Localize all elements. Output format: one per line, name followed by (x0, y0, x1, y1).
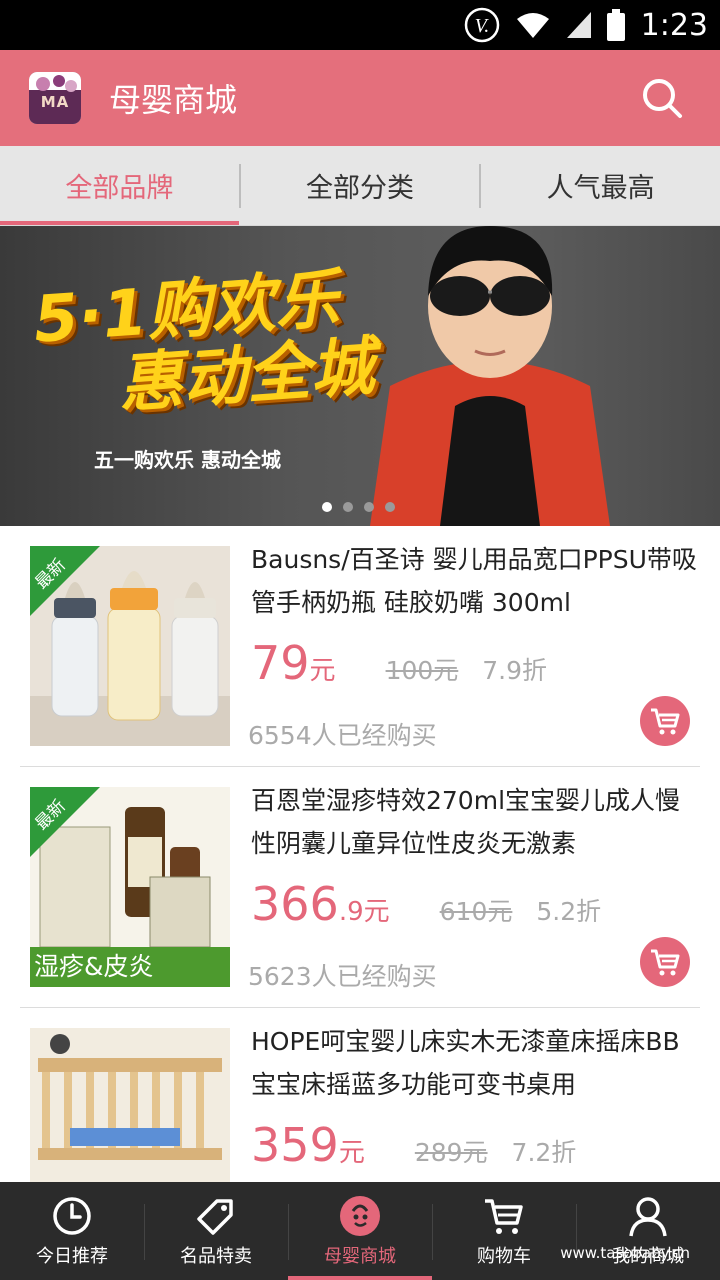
user-icon (627, 1192, 669, 1240)
search-icon (643, 79, 682, 118)
banner-kid-image (370, 226, 610, 526)
banner-headline: 5·1购欢乐 惠动全城 (31, 262, 377, 425)
banner-subtitle: 五一购欢乐 惠动全城 (94, 448, 281, 472)
product-name[interactable]: HOPE呵宝婴儿床实木无漆童床摇床BB宝宝床摇蓝多功能可变书桌用 (251, 1020, 701, 1106)
baby-icon (339, 1192, 381, 1240)
nav-today-recommend[interactable]: 今日推荐 (0, 1182, 144, 1280)
new-badge: 最新 (30, 787, 100, 857)
cart-icon (651, 708, 680, 735)
product-item[interactable]: 最新 湿疹&皮炎 百恩堂湿疹特效270ml宝宝婴儿成人慢性阴囊儿童异位性皮炎无激… (20, 767, 700, 1008)
nav-label: 购物车 (477, 1246, 531, 1267)
product-list: 最新 Bausns/百圣诗 婴儿用品宽口PPSU带吸管手柄奶瓶 硅胶奶嘴 300… (0, 526, 720, 1182)
app-bar: MA 母婴商城 (0, 50, 720, 146)
signal-icon (565, 10, 593, 40)
tab-all-categories[interactable]: 全部分类 (241, 146, 480, 225)
nav-brand-sale[interactable]: 名品特卖 (144, 1182, 288, 1280)
product-image[interactable]: 最新 湿疹&皮炎 (30, 787, 230, 987)
status-bar: V. 1:23 (0, 0, 720, 50)
discount-label: 5.2折 (536, 897, 602, 926)
svg-text:V.: V. (474, 15, 489, 37)
original-price: 289元 (414, 1138, 488, 1167)
price-row: 366 .9 元 610元 5.2折 (251, 877, 601, 931)
nav-cart[interactable]: 购物车 (432, 1182, 576, 1280)
product-name[interactable]: Bausns/百圣诗 婴儿用品宽口PPSU带吸管手柄奶瓶 硅胶奶嘴 300ml (251, 538, 701, 624)
bottom-nav: 今日推荐 名品特卖 母婴商城 购物车 我的商城 (0, 1182, 720, 1280)
new-badge: 最新 (30, 546, 100, 616)
price-integer: 359 (251, 1118, 339, 1172)
product-item[interactable]: HOPE呵宝婴儿床实木无漆童床摇床BB宝宝床摇蓝多功能可变书桌用 359 元 2… (20, 1008, 700, 1182)
price-decimal: .9 (338, 897, 364, 927)
price-unit: 元 (338, 1138, 365, 1168)
discount-label: 7.2折 (511, 1138, 577, 1167)
app-title: 母婴商城 (109, 81, 238, 119)
price-unit: 元 (363, 897, 390, 927)
watermark: www.tasobaby.cn (560, 1244, 690, 1262)
add-to-cart-button[interactable] (640, 937, 690, 987)
filter-tabs: 全部品牌 全部分类 人气最高 (0, 146, 720, 226)
pager-dot[interactable] (385, 502, 395, 512)
cart-icon (482, 1192, 526, 1240)
banner-pager (322, 502, 406, 512)
original-price: 100元 (385, 656, 459, 685)
new-badge-label: 最新 (31, 796, 70, 835)
product-item[interactable]: 最新 Bausns/百圣诗 婴儿用品宽口PPSU带吸管手柄奶瓶 硅胶奶嘴 300… (20, 526, 700, 767)
pager-dot[interactable] (322, 502, 332, 512)
price-integer: 79 (251, 636, 310, 690)
add-to-cart-button[interactable] (640, 696, 690, 746)
tag-icon (195, 1192, 237, 1240)
nav-label: 名品特卖 (180, 1246, 252, 1267)
nav-label: 母婴商城 (324, 1246, 396, 1267)
logo-text: MA (40, 93, 70, 111)
pager-dot[interactable] (364, 502, 374, 512)
product-name[interactable]: 百恩堂湿疹特效270ml宝宝婴儿成人慢性阴囊儿童异位性皮炎无激素 (251, 779, 701, 865)
original-price: 610元 (439, 897, 513, 926)
price-row: 359 元 289元 7.2折 (251, 1118, 576, 1172)
sold-count: 5623人已经购买 (248, 962, 437, 991)
search-button[interactable] (640, 76, 684, 120)
tab-all-brands[interactable]: 全部品牌 (0, 146, 239, 225)
tab-most-popular[interactable]: 人气最高 (481, 146, 720, 225)
pager-dot[interactable] (343, 502, 353, 512)
nav-divider (432, 1204, 433, 1260)
v-icon: V. (463, 6, 501, 44)
baby-crib-image (30, 1028, 230, 1182)
wifi-icon (515, 10, 551, 40)
price-row: 79 元 100元 7.9折 (251, 636, 547, 690)
promo-banner[interactable]: 5·1购欢乐 惠动全城 五一购欢乐 惠动全城 (0, 226, 720, 526)
battery-icon (606, 9, 625, 41)
product-image[interactable]: 最新 (30, 546, 230, 746)
sold-count: 6554人已经购买 (248, 721, 437, 750)
new-badge-label: 最新 (31, 555, 70, 594)
nav-my-mall[interactable]: 我的商城 (576, 1182, 720, 1280)
discount-label: 7.9折 (482, 656, 548, 685)
nav-baby-mall[interactable]: 母婴商城 (288, 1182, 432, 1280)
cart-icon (651, 949, 680, 976)
image-caption: 湿疹&皮炎 (30, 947, 230, 987)
nav-label: 今日推荐 (36, 1246, 108, 1267)
banner-headline-line2: 惠动全城 (116, 330, 377, 422)
price-unit: 元 (309, 656, 336, 686)
product-image[interactable] (30, 1028, 230, 1182)
clock-time: 1:23 (640, 7, 708, 43)
nav-divider (288, 1204, 289, 1260)
nav-divider (144, 1204, 145, 1260)
app-logo[interactable]: MA (29, 72, 81, 124)
price-integer: 366 (251, 877, 339, 931)
clock-icon (51, 1192, 93, 1240)
